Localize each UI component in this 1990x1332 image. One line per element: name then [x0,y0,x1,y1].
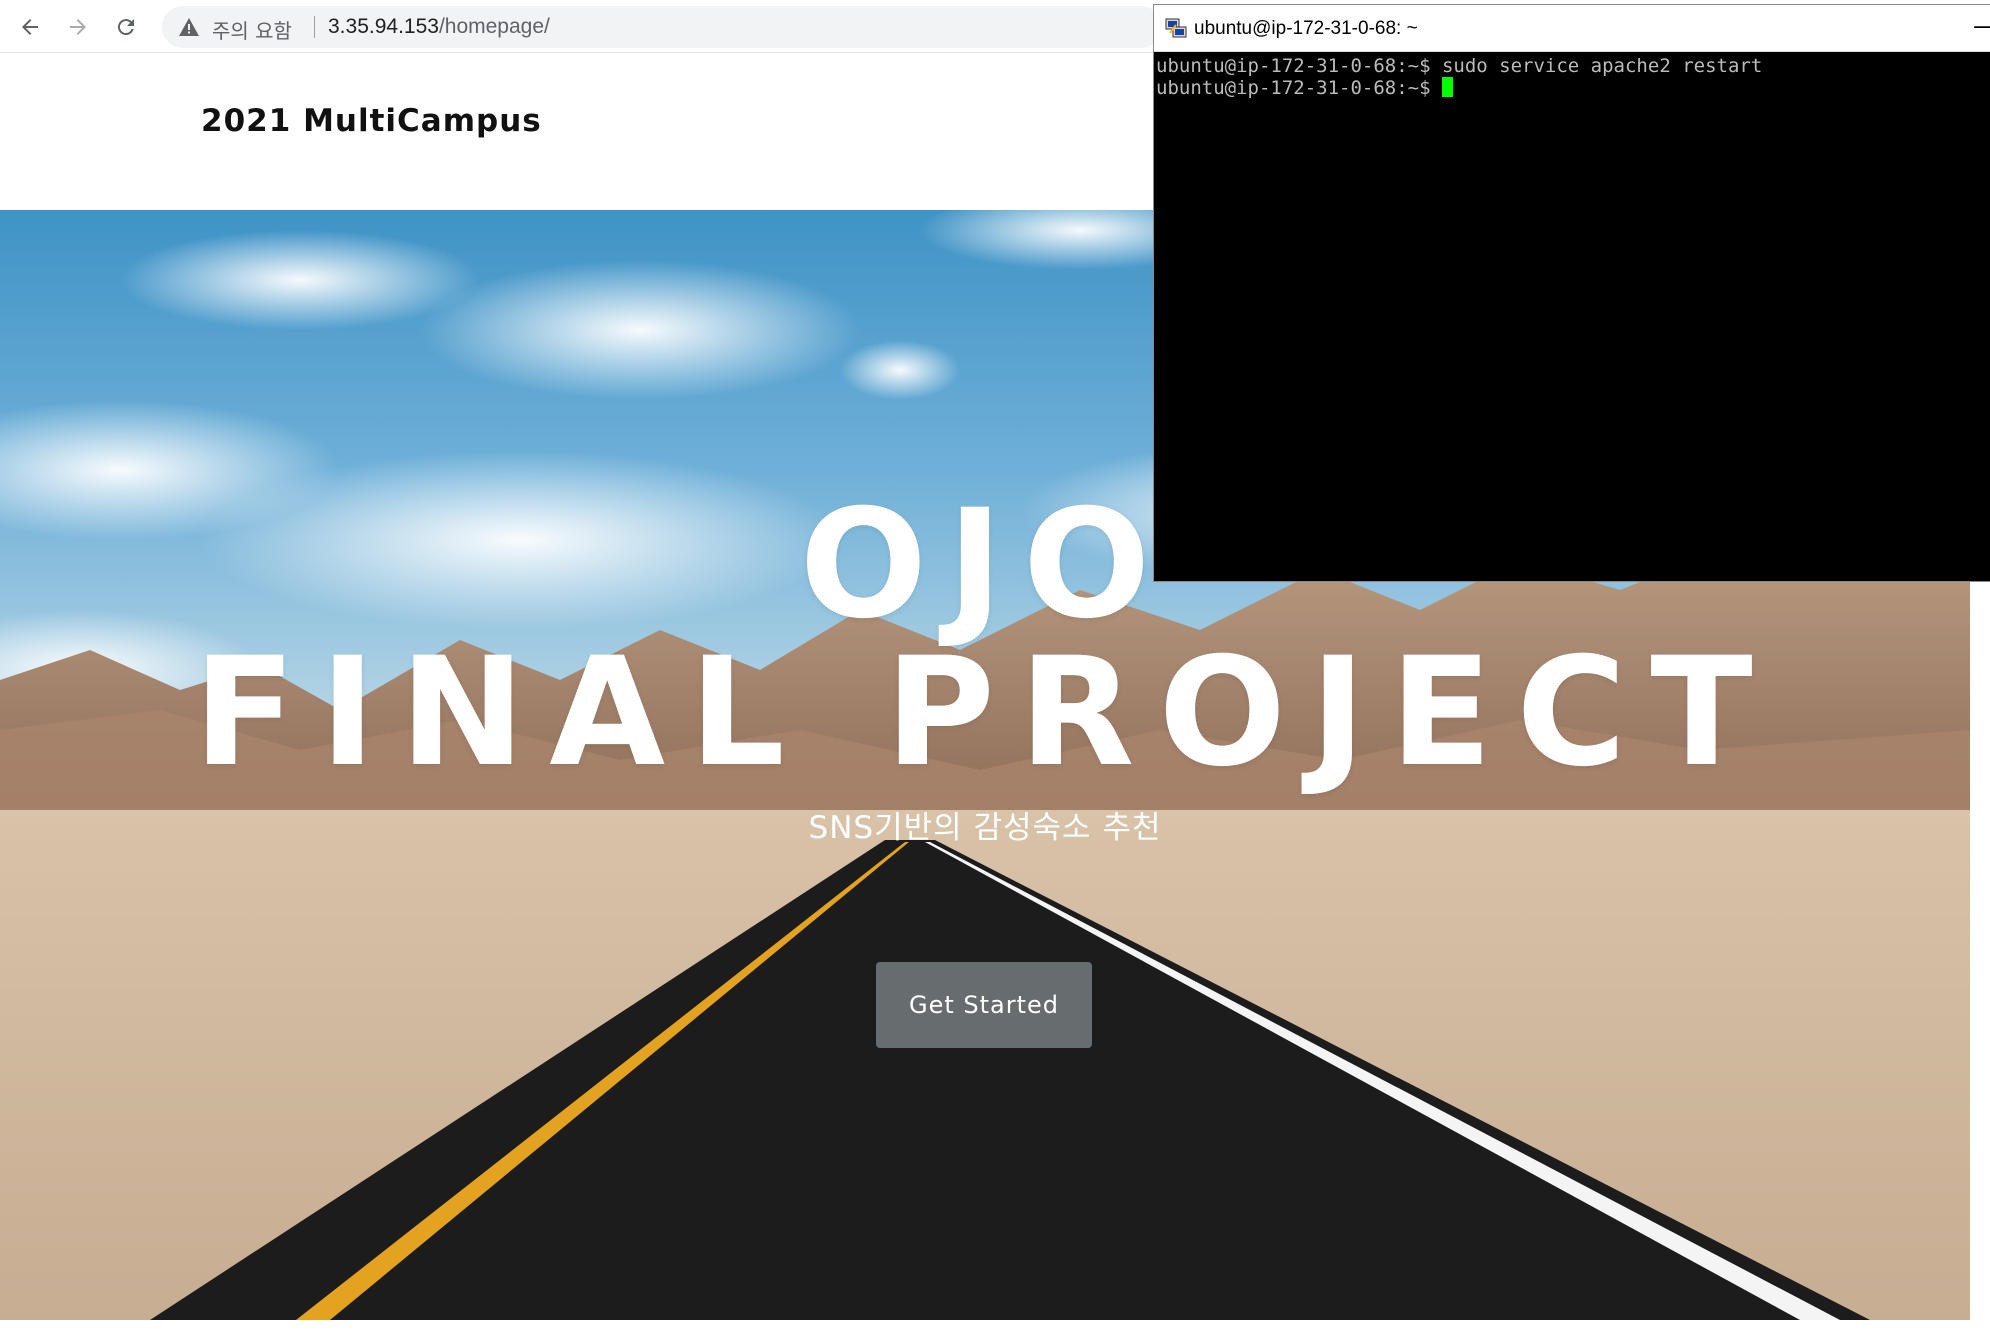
url-path: /homepage/ [438,15,550,38]
site-brand[interactable]: 2021 MultiCampus [201,103,542,139]
terminal-window[interactable]: ubuntu@ip-172-31-0-68: ~ — ubuntu@ip-172… [1153,4,1990,582]
forward-button[interactable] [60,10,96,44]
url-host: 3.35.94.153 [328,15,439,38]
url-text[interactable]: 3.35.94.153/homepage/ [328,15,550,39]
minimize-button[interactable]: — [1970,11,1990,41]
get-started-button[interactable]: Get Started [876,962,1092,1048]
terminal-prompt: ubuntu@ip-172-31-0-68:~$ [1156,77,1442,99]
terminal-line: ubuntu@ip-172-31-0-68:~$ sudo service ap… [1156,55,1763,77]
page-bottom-margin [0,1320,1990,1332]
reload-button[interactable] [108,10,144,44]
address-bar[interactable]: 주의 요함 3.35.94.153/homepage/ [162,6,1162,48]
terminal-title: ubuntu@ip-172-31-0-68: ~ [1194,18,1418,39]
reload-icon [117,19,134,36]
arrow-left-icon [22,19,38,35]
warning-icon[interactable] [178,17,200,37]
terminal-cursor [1441,77,1453,97]
terminal-prompt-line: ubuntu@ip-172-31-0-68:~$ [1156,77,1990,99]
arrow-right-icon [70,19,86,35]
hero-title-line2: FINAL PROJECT [193,626,1777,800]
back-button[interactable] [12,10,48,44]
terminal-output[interactable]: ubuntu@ip-172-31-0-68:~$ sudo service ap… [1154,52,1990,581]
terminal-titlebar[interactable]: ubuntu@ip-172-31-0-68: ~ — [1154,5,1990,52]
putty-icon[interactable] [1164,16,1188,40]
hero-subtitle: SNS기반의 감성숙소 추천 [808,810,1162,846]
security-warning-label[interactable]: 주의 요함 [212,15,292,44]
omnibox-divider [314,16,315,38]
